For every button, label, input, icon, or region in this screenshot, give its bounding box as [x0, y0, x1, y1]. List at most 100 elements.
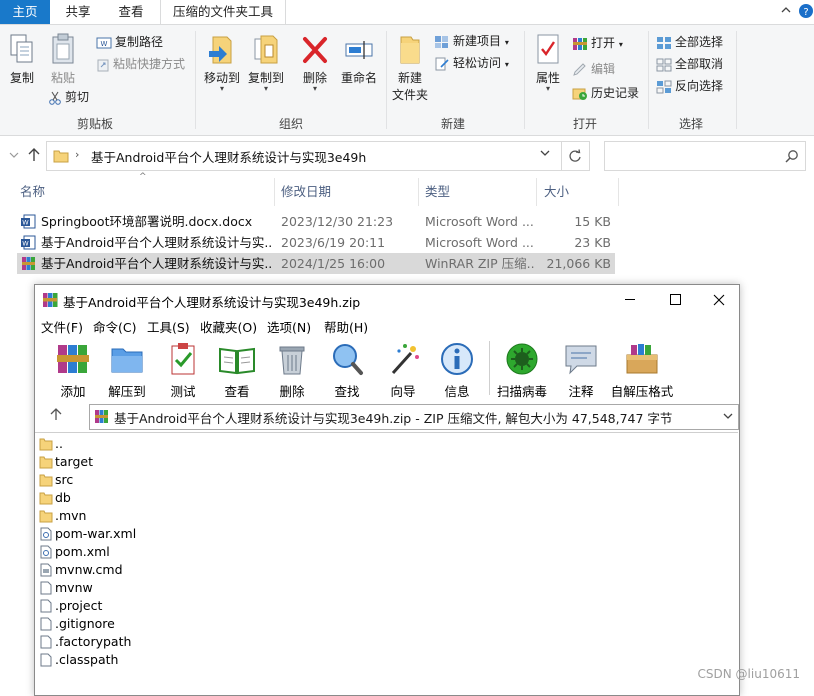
rename-button[interactable]: 重命名: [338, 33, 380, 86]
tab-view[interactable]: 查看: [106, 0, 156, 24]
menu-file[interactable]: 文件(F): [41, 317, 83, 336]
collapse-ribbon-icon[interactable]: [780, 4, 792, 19]
file-row[interactable]: W 基于Android平台个人理财系统设计与实... 2023/6/19 20:…: [17, 232, 615, 253]
archive-path-field[interactable]: 基于Android平台个人理财系统设计与实现3e49h.zip - ZIP 压缩…: [89, 404, 739, 430]
up-one-level-icon[interactable]: [49, 407, 63, 424]
menu-favorites[interactable]: 收藏夹(O): [200, 317, 257, 336]
column-header-date[interactable]: 修改日期: [281, 182, 331, 202]
menu-tools[interactable]: 工具(S): [147, 317, 190, 336]
magnifier-icon: [333, 344, 363, 375]
select-none-label: 全部取消: [675, 57, 724, 71]
winrar-icon: [573, 37, 587, 50]
select-all-button[interactable]: 全部选择: [656, 33, 723, 51]
new-item-icon: [435, 35, 448, 48]
file-type: Microsoft Word ...: [425, 235, 534, 250]
toolbar-comment-label: 注释: [568, 384, 594, 399]
copy-to-button[interactable]: 复制到 ▾: [244, 33, 288, 93]
toolbar-wizard-label: 向导: [390, 384, 416, 399]
item-name: pom-war.xml: [55, 526, 137, 541]
xml-file-icon: [40, 527, 52, 541]
new-folder-icon: [400, 36, 420, 64]
menu-options[interactable]: 选项(N): [267, 317, 311, 336]
toolbar-extract-label: 解压到: [108, 384, 146, 399]
tab-share[interactable]: 共享: [54, 0, 102, 24]
new-folder-button[interactable]: 新建 文件夹: [390, 33, 430, 103]
refresh-button[interactable]: [561, 141, 590, 171]
column-header-size[interactable]: 大小: [544, 182, 569, 202]
winrar-icon: [22, 257, 35, 270]
toolbar-delete-button[interactable]: 删除: [262, 339, 322, 400]
back-chevron-icon[interactable]: [8, 149, 20, 164]
paste-button[interactable]: 粘贴: [44, 33, 82, 86]
item-name: .project: [55, 598, 103, 613]
address-path: 基于Android平台个人理财系统设计与实现3e49h: [91, 150, 367, 165]
archive-file-list: .. target src db .mvn pom-war.xml pom.xm…: [35, 432, 738, 696]
address-bar[interactable]: › 基于Android平台个人理财系统设计与实现3e49h: [46, 141, 562, 171]
ribbon: 复制 粘贴 W 复制路径 粘贴快捷方式 剪切 剪贴板 移动到 ▾ 复制到 ▾ 删…: [0, 25, 814, 136]
column-divider[interactable]: [536, 178, 537, 206]
toolbar-view-button[interactable]: 查看: [207, 339, 267, 400]
file-row-selected[interactable]: 基于Android平台个人理财系统设计与实... 2024/1/25 16:00…: [17, 253, 615, 274]
toolbar-comment-button[interactable]: 注释: [551, 339, 611, 400]
group-label-new: 新建: [440, 117, 465, 131]
edit-button[interactable]: 编辑: [572, 60, 615, 78]
paste-shortcut-button[interactable]: 粘贴快捷方式: [96, 55, 185, 73]
folder-icon: [39, 492, 53, 505]
file-row[interactable]: W Springboot环境部署说明.docx.docx 2023/12/30 …: [17, 211, 615, 232]
ribbon-divider: [736, 31, 737, 129]
copy-button[interactable]: 复制: [4, 33, 40, 86]
toolbar-wizard-button[interactable]: 向导: [373, 339, 433, 400]
toolbar-separator: [489, 341, 490, 395]
toolbar-view-label: 查看: [224, 384, 250, 399]
extract-folder-icon: [111, 348, 143, 373]
item-name: .classpath: [55, 652, 119, 667]
address-dropdown-icon[interactable]: [539, 147, 551, 162]
ribbon-divider: [195, 31, 196, 129]
file-size: 15 KB: [574, 214, 611, 229]
word-doc-icon: W: [21, 235, 36, 250]
toolbar-sfx-button[interactable]: 自解压格式: [605, 339, 679, 400]
column-divider[interactable]: [274, 178, 275, 206]
toolbar-extract-button[interactable]: 解压到: [97, 339, 157, 400]
window-title: 基于Android平台个人理财系统设计与实现3e49h.zip: [63, 295, 361, 310]
open-button[interactable]: 打开 ▾: [572, 34, 623, 52]
ribbon-divider: [648, 31, 649, 129]
invert-selection-button[interactable]: 反向选择: [656, 77, 723, 95]
toolbar-scan-virus-button[interactable]: 扫描病毒: [492, 339, 552, 400]
easy-access-button[interactable]: 轻松访问 ▾: [434, 54, 509, 72]
toolbar-info-button[interactable]: 信息: [427, 339, 487, 400]
new-item-button[interactable]: 新建项目 ▾: [434, 32, 509, 50]
toolbar-find-button[interactable]: 查找: [317, 339, 377, 400]
close-button[interactable]: [705, 287, 735, 313]
toolbar-add-button[interactable]: 添加: [43, 339, 103, 400]
column-header-type[interactable]: 类型: [425, 182, 450, 202]
item-name: pom.xml: [55, 544, 110, 559]
history-button[interactable]: 历史记录: [572, 84, 639, 102]
winrar-icon: [95, 410, 108, 423]
tab-home[interactable]: 主页: [0, 0, 50, 24]
column-divider[interactable]: [618, 178, 619, 206]
copy-path-button[interactable]: W 复制路径: [96, 33, 163, 51]
tab-compressed-folder-tools[interactable]: 压缩的文件夹工具: [160, 0, 286, 24]
up-arrow-icon[interactable]: [27, 147, 41, 166]
help-icon[interactable]: ?: [798, 3, 814, 22]
delete-button[interactable]: 删除 ▾: [296, 33, 334, 93]
move-to-button[interactable]: 移动到 ▾: [202, 33, 242, 93]
menu-help[interactable]: 帮助(H): [324, 317, 368, 336]
menu-commands[interactable]: 命令(C): [93, 317, 136, 336]
toolbar-find-label: 查找: [334, 384, 360, 399]
maximize-button[interactable]: [661, 287, 691, 313]
item-name: .gitignore: [55, 616, 115, 631]
properties-button[interactable]: 属性 ▾: [530, 33, 566, 93]
minimize-button[interactable]: [615, 287, 645, 313]
path-dropdown-icon[interactable]: [722, 410, 734, 425]
toolbar-test-button[interactable]: 测试: [153, 339, 213, 400]
search-input[interactable]: [604, 141, 806, 171]
column-divider[interactable]: [418, 178, 419, 206]
navigation-bar: › 基于Android平台个人理财系统设计与实现3e49h: [0, 136, 814, 176]
cut-button[interactable]: 剪切: [48, 88, 89, 106]
open-label: 打开: [591, 36, 616, 50]
select-none-button[interactable]: 全部取消: [656, 55, 723, 73]
column-header-name[interactable]: 名称: [20, 182, 45, 202]
file-date: 2023/12/30 21:23: [281, 214, 394, 229]
